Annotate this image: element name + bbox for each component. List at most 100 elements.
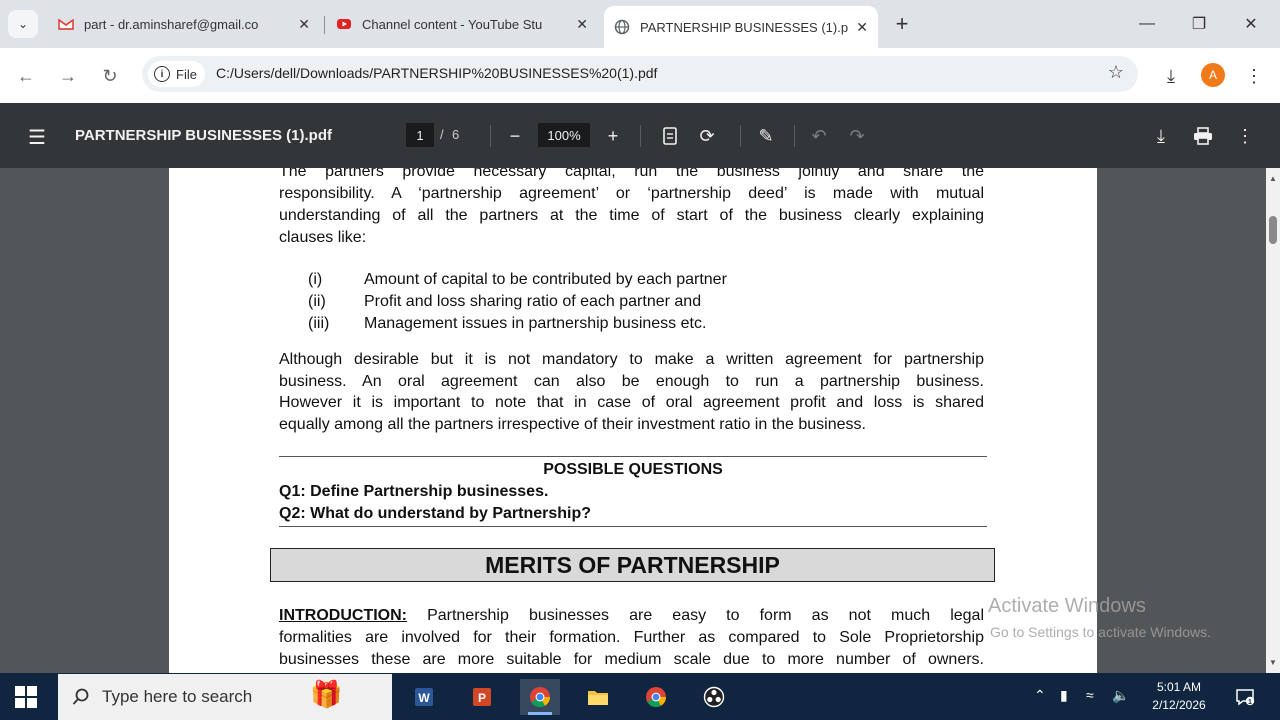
zoom-out-button[interactable]: − [502,123,528,149]
redo-icon: ↷ [849,125,865,146]
new-tab-button[interactable]: + [888,10,916,38]
network-icon[interactable]: ≈ [1086,687,1094,703]
search-icon [72,688,89,705]
tab-title: Channel content - YouTube Stu [362,16,543,32]
windows-start-icon[interactable] [14,685,38,709]
obs-icon [703,686,725,708]
activation-watermark-text: Go to Settings to activate Windows. [990,624,1211,640]
restore-button[interactable]: ❐ [1176,8,1222,40]
site-info-label: File [176,66,197,82]
taskbar: Type here to search 🎁 W P ⌃ ▮ ≈ 🔈 5:01 A… [0,673,1280,720]
toolbar-divider [490,125,491,147]
battery-icon[interactable]: ▮ [1060,687,1068,704]
undo-button[interactable]: ↶ [806,123,832,149]
sidebar-menu-icon[interactable]: ☰ [28,125,46,150]
paragraph-line: understanding of all the partners at the… [279,207,984,224]
notification-center-button[interactable]: 1 [1228,679,1262,715]
scroll-up-icon[interactable]: ▲ [1269,174,1277,183]
volume-icon[interactable]: 🔈 [1112,687,1129,704]
toolbar-divider [794,125,795,147]
arrow-left-icon: ← [17,65,35,86]
pdf-filename: PARTNERSHIP BUSINESSES (1).pdf [75,127,332,144]
taskbar-app-powerpoint[interactable]: P [462,679,502,715]
paragraph-line: equally among all the partners irrespect… [279,416,866,433]
divider-line [279,456,987,457]
close-icon[interactable]: ✕ [576,16,588,33]
reload-icon: ↻ [102,65,118,86]
tab-partnership-pdf[interactable]: PARTNERSHIP BUSINESSES (1).p ✕ [604,6,878,48]
paragraph-line: business. An oral agreement can also be … [279,373,984,390]
close-icon[interactable]: ✕ [298,16,310,33]
bookmark-star-icon[interactable]: ☆ [1108,62,1124,83]
chrome-icon [646,687,667,708]
clause-text: Profit and loss sharing ratio of each pa… [364,293,702,310]
gift-icon[interactable]: 🎁 [310,679,342,710]
vertical-scrollbar[interactable]: ▲ ▼ [1266,168,1280,673]
paragraph-line: clauses like: [279,229,367,246]
info-icon: i [154,66,170,82]
gmail-icon [58,18,74,30]
minimize-icon: — [1139,15,1155,32]
pdf-page: The partners provide necessary capital, … [169,168,1097,673]
close-icon: ✕ [1244,16,1258,33]
minimize-button[interactable]: — [1124,8,1170,40]
tray-overflow-icon[interactable]: ⌃ [1034,687,1046,704]
tab-title: PARTNERSHIP BUSINESSES (1).p [640,19,849,35]
taskbar-app-file-explorer[interactable] [578,679,618,715]
profile-avatar[interactable]: A [1201,63,1225,87]
redo-button[interactable]: ↷ [844,123,870,149]
pdf-more-button[interactable]: ⋮ [1232,123,1258,149]
address-bar[interactable]: i File C:/Users/dell/Downloads/PARTNERSH… [142,56,1138,92]
taskbar-app-chrome[interactable] [636,679,676,715]
section-heading: MERITS OF PARTNERSHIP [270,548,995,582]
rotate-icon: ⟳ [699,125,715,146]
zoom-level-input[interactable]: 100% [538,123,590,147]
taskbar-app-chrome-active[interactable] [520,679,560,715]
download-icon: ⤓ [1157,125,1165,146]
folder-icon [588,691,608,705]
plus-icon: + [607,125,619,146]
pdf-toolbar: ☰ PARTNERSHIP BUSINESSES (1).pdf 1 / 6 −… [0,103,1280,168]
toolbar-divider [740,125,741,147]
paragraph-line: Although desirable but it is not mandato… [279,351,984,368]
url-text[interactable]: C:/Users/dell/Downloads/PARTNERSHIP%20BU… [216,65,657,81]
undo-icon: ↶ [811,125,827,146]
fit-page-icon [663,127,677,145]
fit-to-page-button[interactable] [657,123,683,149]
restore-icon: ❐ [1191,16,1207,33]
minus-icon: − [509,125,521,146]
address-toolbar: ← → ↻ i File C:/Users/dell/Downloads/PAR… [0,48,1280,103]
introduction-label: INTRODUCTION: [279,607,407,624]
clause-text: Amount of capital to be contributed by e… [364,271,727,288]
close-icon[interactable]: ✕ [856,19,868,36]
annotate-button[interactable]: ✎ [753,123,779,149]
word-icon: W [415,688,433,706]
system-clock[interactable]: 5:01 AM 2/12/2026 [1136,678,1222,714]
tab-youtube-studio[interactable]: Channel content - YouTube Stu ✕ [326,6,598,42]
taskbar-app-obs[interactable] [694,679,734,715]
print-button[interactable] [1190,123,1216,149]
downloads-button[interactable]: ⤓ [1157,62,1185,90]
print-icon [1194,127,1212,145]
back-button[interactable]: ← [12,62,40,90]
taskbar-app-word[interactable]: W [404,679,444,715]
tab-gmail[interactable]: part - dr.aminsharef@gmail.co ✕ [48,6,320,42]
clause-number: (i) [308,271,323,288]
powerpoint-icon: P [473,688,491,706]
rotate-button[interactable]: ⟳ [694,123,720,149]
close-window-button[interactable]: ✕ [1228,8,1274,40]
scroll-down-icon[interactable]: ▼ [1269,658,1277,667]
forward-button[interactable]: → [54,62,82,90]
paragraph-line: responsibility. A ‘partnership agreement… [279,185,984,202]
scrollbar-thumb[interactable] [1269,216,1277,244]
tab-search-button[interactable]: ⌄ [8,10,38,38]
zoom-in-button[interactable]: + [600,123,626,149]
page-number-input[interactable]: 1 [406,123,434,147]
chrome-menu-button[interactable]: ⋮ [1240,62,1268,90]
reload-button[interactable]: ↻ [96,62,124,90]
page-total: 6 [452,127,460,142]
download-pdf-button[interactable]: ⤓ [1148,123,1174,149]
paragraph-line: The partners provide necessary capital, … [279,168,984,180]
clock-time: 5:01 AM [1156,680,1202,694]
site-info-chip[interactable]: i File [148,61,205,87]
